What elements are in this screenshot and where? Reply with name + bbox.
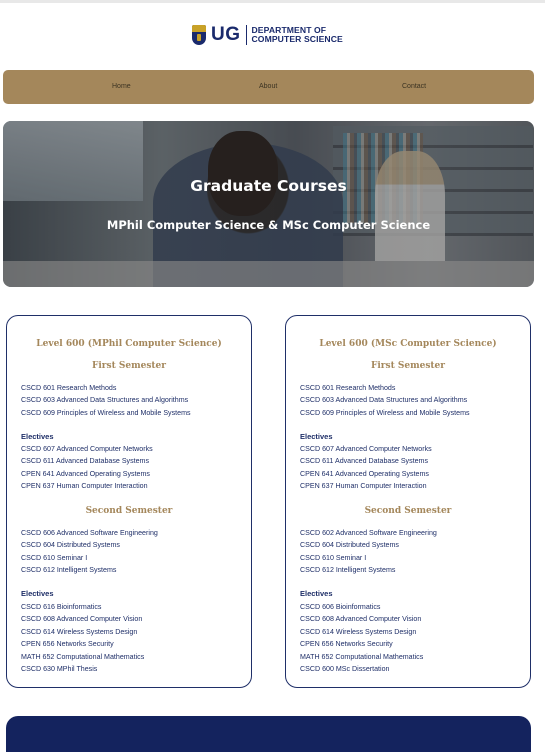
course-item: CSCD 601 Research Methods	[300, 384, 396, 392]
course-item: CSCD 607 Advanced Computer Networks	[300, 445, 432, 453]
course-item: CSCD 611 Advanced Database Systems	[21, 457, 150, 466]
course-item: CSCD 614 Wireless Systems Design	[300, 627, 417, 636]
main-navigation: Home About Contact	[3, 70, 534, 104]
department-logo[interactable]: UG DEPARTMENT OF COMPUTER SCIENCE	[192, 24, 343, 46]
course-item: CSCD 612 Intelligent Systems	[300, 566, 396, 575]
course-item: CPEN 656 Networks Security	[21, 640, 114, 649]
hero-banner: Graduate Courses MPhil Computer Science …	[3, 121, 534, 287]
course-item: MATH 652 Computational Mathematics	[300, 652, 424, 661]
course-item: CSCD 601 Research Methods	[21, 384, 117, 392]
course-item: CSCD 608 Advanced Computer Vision	[21, 615, 143, 624]
course-item: CSCD 616 Bioinformatics	[21, 603, 102, 611]
course-item: CSCD 630 MPhil Thesis	[21, 665, 98, 674]
course-item: CSCD 610 Seminar I	[21, 553, 88, 562]
course-item: CSCD 609 Principles of Wireless and Mobi…	[300, 408, 470, 417]
second-semester-heading: Second Semester	[85, 506, 173, 516]
course-item: CSCD 609 Principles of Wireless and Mobi…	[21, 408, 191, 417]
course-item: CPEN 641 Advanced Operating Systems	[21, 469, 150, 478]
course-item: CSCD 604 Distributed Systems	[300, 541, 399, 550]
electives-heading: Electives	[300, 589, 333, 598]
electives-heading: Electives	[21, 432, 54, 441]
logo-department-name: DEPARTMENT OF COMPUTER SCIENCE	[252, 26, 343, 44]
course-item: MATH 652 Computational Mathematics	[21, 652, 145, 661]
second-core-list: CSCD 606 Advanced Software Engineering C…	[21, 527, 158, 577]
second-electives-list: CSCD 616 Bioinformatics CSCD 608 Advance…	[21, 601, 144, 675]
first-electives-list: CSCD 607 Advanced Computer Networks CSCD…	[300, 443, 432, 493]
card-level-title: Level 600 (MSc Computer Science)	[319, 339, 497, 349]
first-semester-heading: First Semester	[370, 361, 446, 371]
nav-link-home[interactable]: Home	[112, 70, 131, 104]
logo-dept-line-2: COMPUTER SCIENCE	[251, 34, 343, 44]
electives-heading: Electives	[21, 589, 54, 598]
course-item: CSCD 604 Distributed Systems	[21, 541, 120, 550]
course-item: CSCD 606 Bioinformatics	[300, 603, 381, 611]
course-item: CSCD 612 Intelligent Systems	[21, 566, 117, 575]
hero-subtitle: MPhil Computer Science & MSc Computer Sc…	[106, 218, 431, 232]
course-item: CPEN 637 Human Computer Interaction	[300, 482, 427, 491]
course-item: CSCD 608 Advanced Computer Vision	[300, 615, 422, 624]
second-core-list: CSCD 602 Advanced Software Engineering C…	[300, 527, 437, 577]
hero-overlay	[3, 121, 534, 287]
course-item: CSCD 611 Advanced Database Systems	[300, 457, 429, 466]
course-card-mphil: Level 600 (MPhil Computer Science) First…	[6, 315, 252, 688]
course-item: CSCD 607 Advanced Computer Networks	[21, 445, 153, 453]
top-divider	[0, 0, 545, 3]
card-level-title: Level 600 (MPhil Computer Science)	[36, 339, 222, 349]
course-item: CPEN 637 Human Computer Interaction	[21, 482, 148, 491]
nav-link-about[interactable]: About	[259, 70, 277, 104]
first-core-list: CSCD 601 Research Methods CSCD 603 Advan…	[21, 382, 191, 419]
hero-title: Graduate Courses	[190, 177, 347, 195]
electives-heading: Electives	[300, 432, 333, 441]
course-item: CSCD 610 Seminar I	[300, 553, 367, 562]
course-item: CPEN 656 Networks Security	[300, 640, 393, 649]
logo-ug-text: UG	[211, 24, 241, 45]
ug-crest-icon	[192, 25, 206, 45]
page-footer	[6, 716, 531, 752]
second-semester-heading: Second Semester	[364, 506, 452, 516]
course-item: CSCD 600 MSc Dissertation	[300, 665, 390, 674]
course-card-msc: Level 600 (MSc Computer Science) First S…	[285, 315, 531, 688]
course-item: CSCD 606 Advanced Software Engineering	[21, 529, 158, 537]
course-item: CSCD 602 Advanced Software Engineering	[300, 529, 437, 537]
first-semester-heading: First Semester	[91, 361, 167, 371]
logo-divider	[245, 25, 247, 45]
first-electives-list: CSCD 607 Advanced Computer Networks CSCD…	[21, 443, 153, 493]
course-item: CSCD 603 Advanced Data Structures and Al…	[21, 396, 189, 405]
nav-link-contact[interactable]: Contact	[402, 70, 426, 104]
course-item: CSCD 614 Wireless Systems Design	[21, 627, 138, 636]
course-item: CPEN 641 Advanced Operating Systems	[300, 469, 429, 478]
first-core-list: CSCD 601 Research Methods CSCD 603 Advan…	[300, 382, 470, 419]
course-item: CSCD 603 Advanced Data Structures and Al…	[300, 396, 468, 405]
second-electives-list: CSCD 606 Bioinformatics CSCD 608 Advance…	[300, 601, 423, 675]
